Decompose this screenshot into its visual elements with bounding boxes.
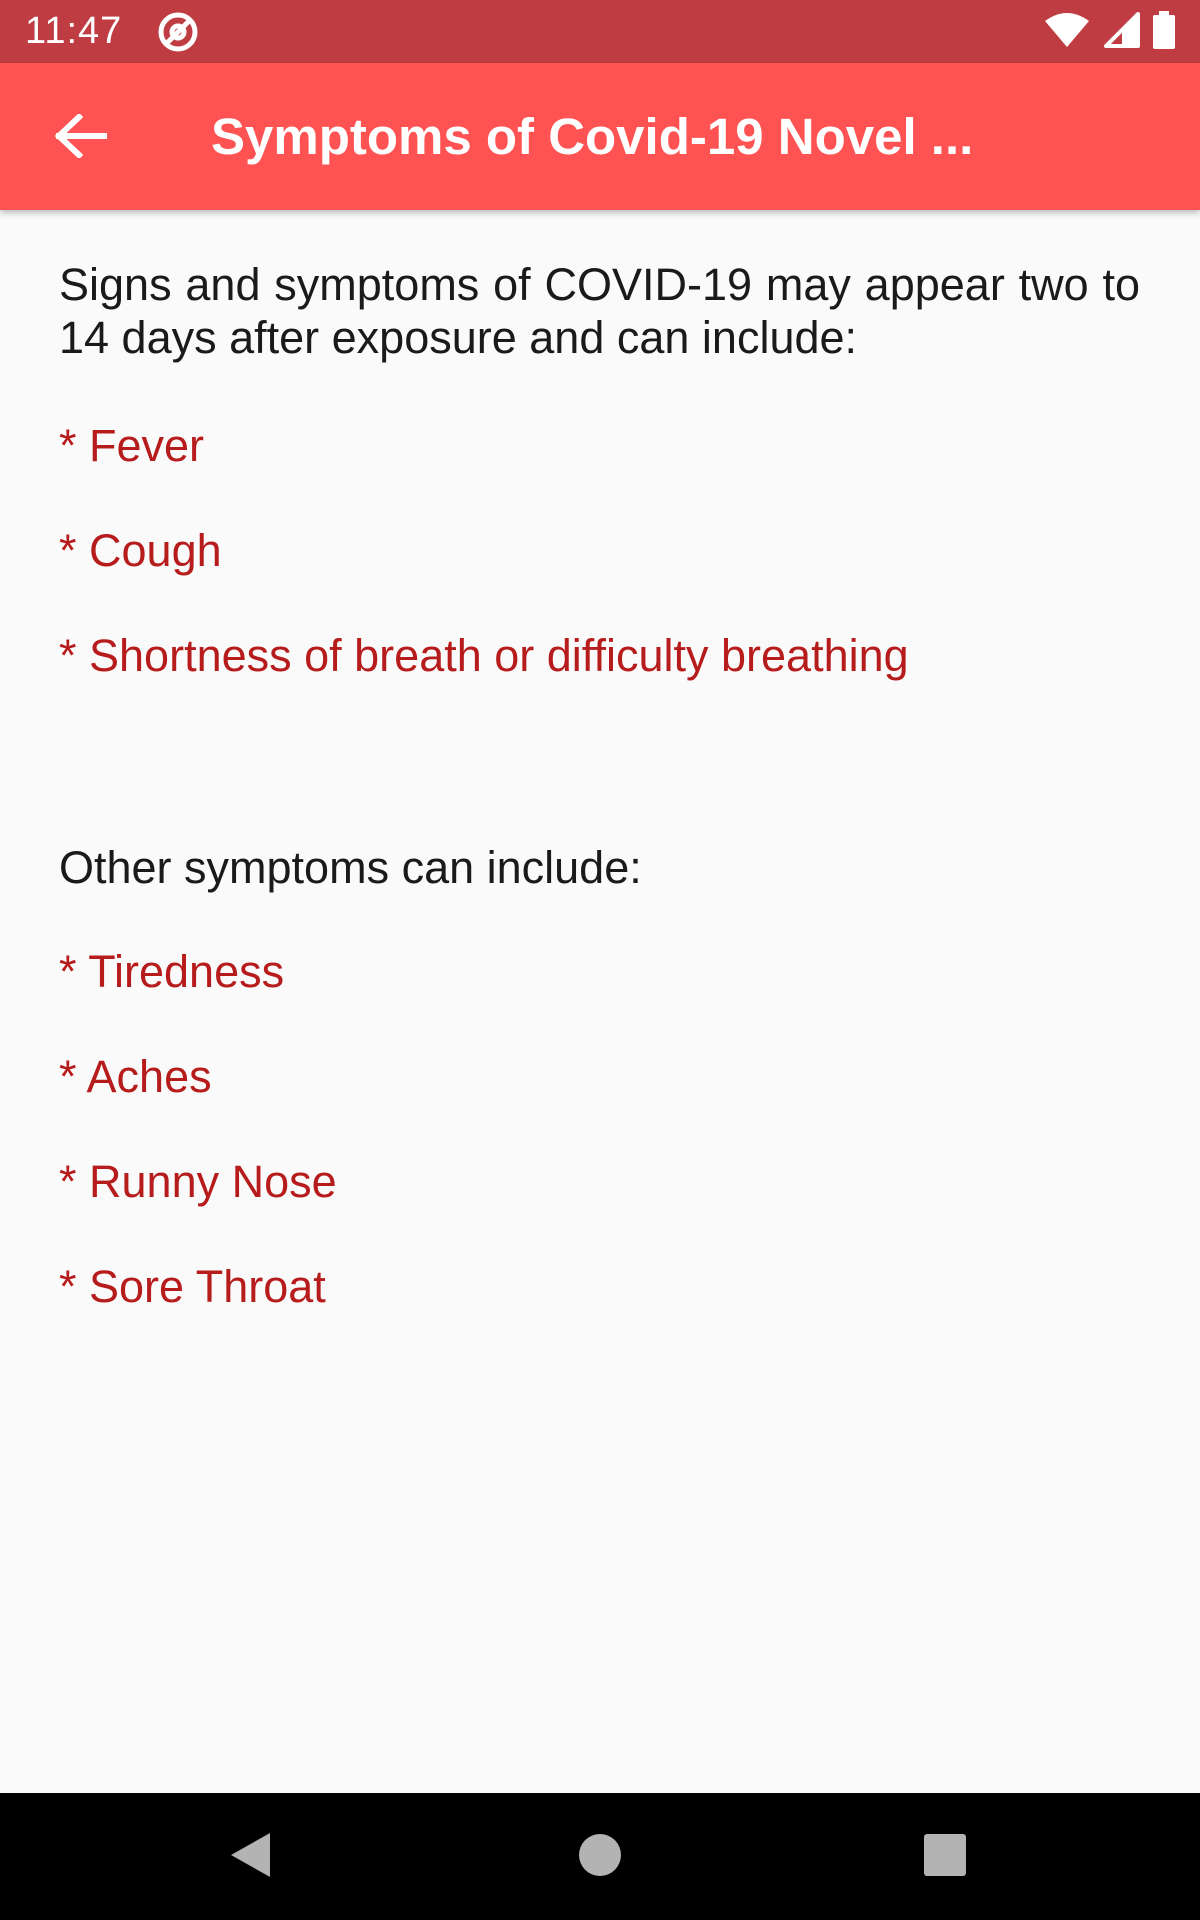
status-time: 11:47 bbox=[25, 10, 123, 52]
page-title: Symptoms of Covid-19 Novel ... bbox=[211, 108, 974, 165]
navigation-bar bbox=[0, 1793, 1200, 1920]
other-symptom-item: * Runny Nose bbox=[59, 1156, 337, 1207]
battery-icon bbox=[1152, 10, 1176, 54]
cell-signal-icon bbox=[1102, 11, 1140, 53]
other-symptom-item: * Aches bbox=[59, 1051, 212, 1102]
status-bar: 11:47 bbox=[0, 0, 1200, 63]
status-icons bbox=[1044, 10, 1176, 54]
intro-text: Signs and symptoms of COVID-19 may appea… bbox=[59, 259, 1140, 363]
other-symptoms-heading: Other symptoms can include: bbox=[59, 842, 642, 893]
triangle-back-icon bbox=[228, 1831, 272, 1884]
nav-recents-button[interactable] bbox=[909, 1821, 981, 1893]
other-symptom-item: * Tiredness bbox=[59, 946, 285, 997]
symptoms-content: Signs and symptoms of COVID-19 may appea… bbox=[59, 258, 1140, 1312]
nav-back-button[interactable] bbox=[214, 1821, 286, 1893]
symptom-item: * Shortness of breath or difficulty brea… bbox=[59, 630, 909, 681]
at-sign-icon bbox=[156, 10, 200, 54]
square-recents-icon bbox=[923, 1833, 967, 1882]
wifi-icon bbox=[1044, 12, 1090, 53]
symptom-item: * Fever bbox=[59, 420, 205, 471]
nav-home-button[interactable] bbox=[564, 1821, 636, 1893]
symptom-item: * Cough bbox=[59, 525, 222, 576]
back-button[interactable] bbox=[46, 103, 116, 173]
app-bar: Symptoms of Covid-19 Novel ... bbox=[0, 63, 1200, 210]
arrow-left-icon bbox=[54, 112, 108, 163]
other-symptom-item: * Sore Throat bbox=[59, 1261, 326, 1312]
circle-home-icon bbox=[578, 1833, 622, 1882]
